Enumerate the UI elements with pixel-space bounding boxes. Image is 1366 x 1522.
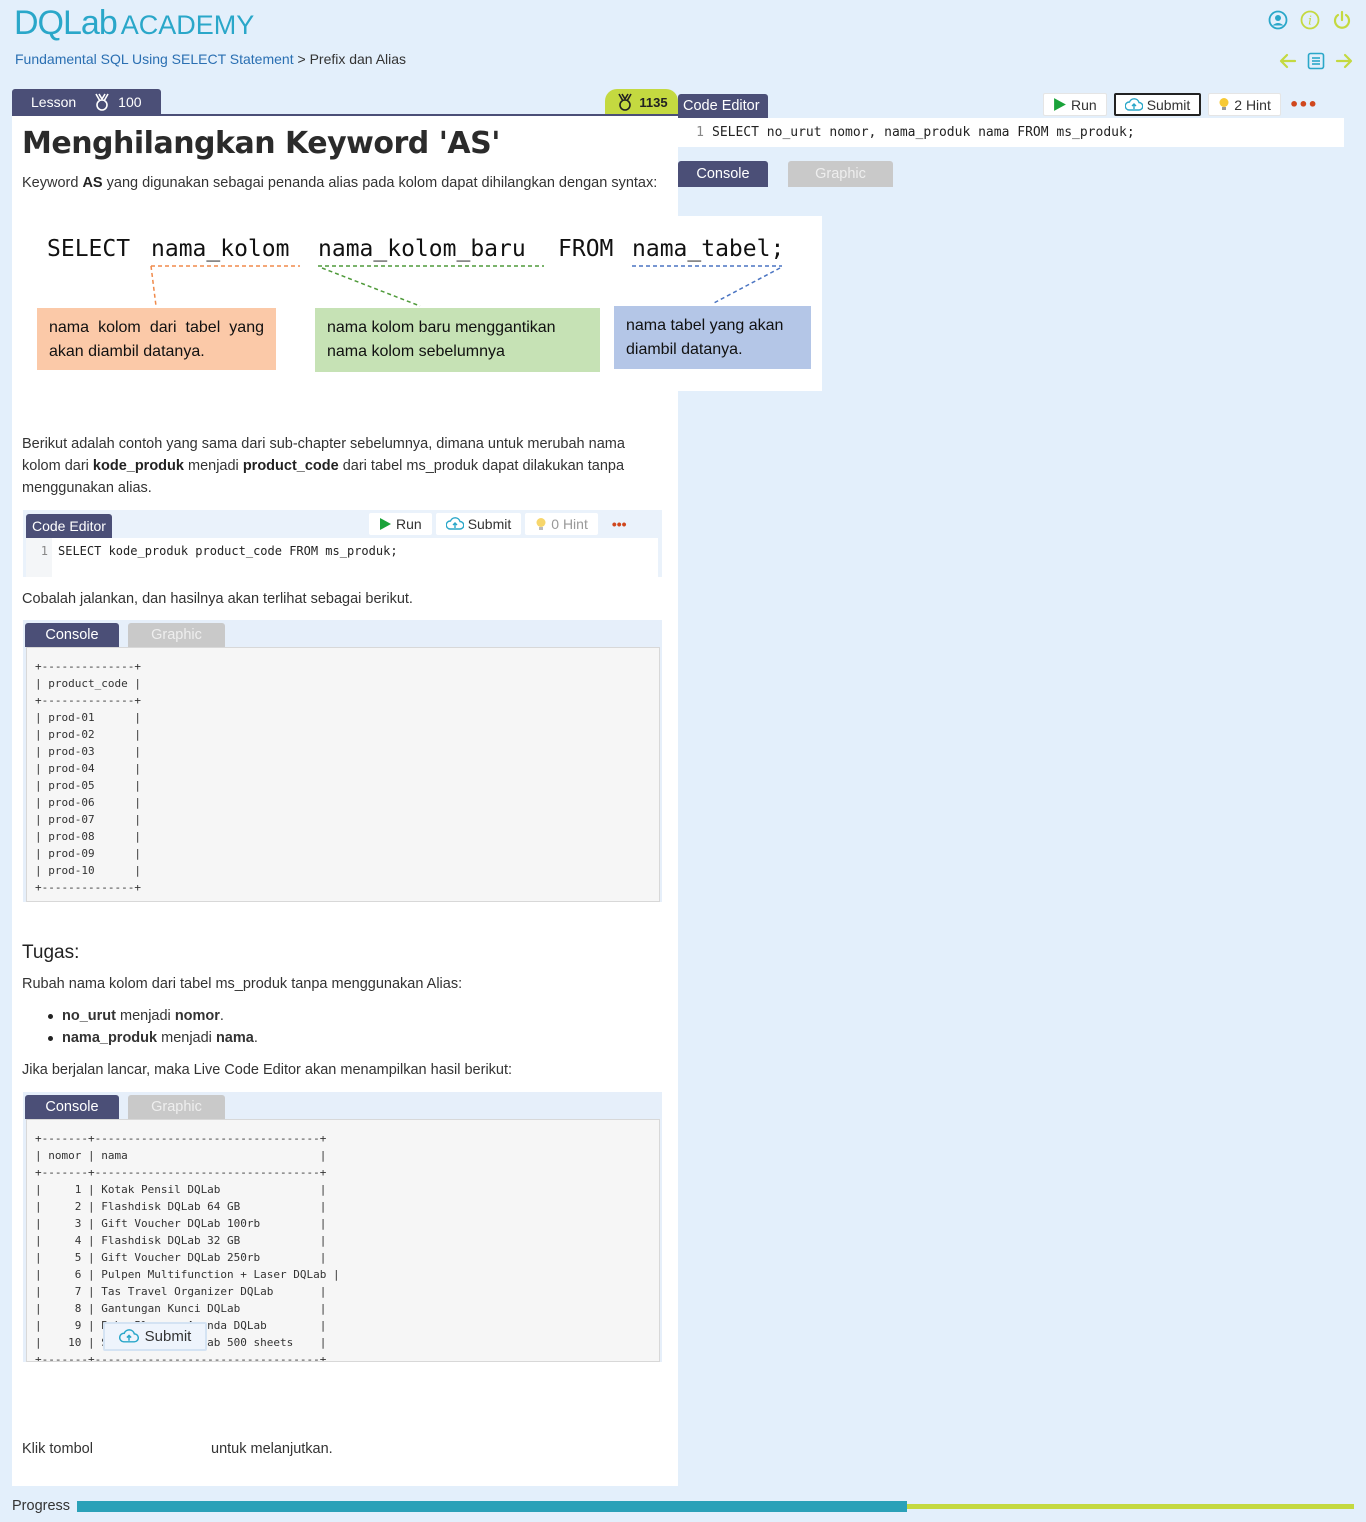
console-tab: Console	[25, 1095, 119, 1119]
power-icon[interactable]	[1332, 10, 1352, 30]
task-item-bold: nama_produk	[62, 1030, 158, 1046]
bulb-icon	[1219, 98, 1229, 110]
example-submit-button: Submit	[435, 513, 522, 535]
intro-paragraph: Keyword AS yang digunakan sebagai penand…	[22, 172, 662, 194]
nav-icons	[1278, 51, 1354, 71]
info-icon[interactable]: i	[1300, 10, 1320, 30]
task-intro: Rubah nama kolom dari tabel ms_produk ta…	[22, 976, 463, 992]
example-hint-label: 0 Hint	[551, 516, 588, 532]
example-code-editor: Code Editor Run Submit 0 Hint ••• 1 SELE…	[23, 510, 662, 577]
graphic-tab: Graphic	[128, 1095, 225, 1119]
intro-text-post: yang digunakan sebagai penanda alias pad…	[102, 175, 658, 191]
upload-icon	[1124, 97, 1143, 111]
task-item-text: menjadi	[115, 1008, 175, 1024]
list-icon[interactable]	[1306, 51, 1326, 71]
example-bold-1: kode_produk	[92, 458, 184, 474]
play-icon	[380, 518, 391, 530]
task-item-bold: nomor	[174, 1008, 220, 1024]
task-title: Tugas:	[22, 942, 80, 963]
diagram-box-new-column: nama kolom baru menggantikan nama kolom …	[315, 308, 600, 372]
breadcrumb-current: Prefix dan Alias	[309, 51, 407, 67]
bulb-icon	[536, 517, 546, 530]
upload-icon	[118, 1329, 139, 1343]
line-number: 1	[678, 118, 708, 147]
example-code-line: SELECT kode_produk product_code FROM ms_…	[58, 544, 398, 558]
task-item-bold: no_urut	[62, 1008, 116, 1024]
example-hint-button: 0 Hint	[525, 513, 598, 535]
inline-submit-illustration: Submit	[103, 1322, 207, 1351]
inline-submit-label: Submit	[144, 1328, 192, 1345]
example-submit-label: Submit	[467, 516, 512, 532]
more-icon: •••	[611, 516, 627, 532]
graphic-tab: Graphic	[128, 623, 225, 647]
console-output: +--------------+ | product_code | +-----…	[35, 660, 141, 894]
try-paragraph: Cobalah jalankan, dan hasilnya akan terl…	[22, 591, 413, 607]
logo-dqlab: DQLab	[14, 4, 118, 42]
arrow-left-icon[interactable]	[1278, 51, 1298, 71]
example-editor-buttons: Run Submit 0 Hint •••	[369, 513, 637, 535]
code-line[interactable]: SELECT no_urut nomor, nama_produk nama F…	[712, 125, 1135, 140]
lesson-tab-label: Lesson	[31, 94, 77, 110]
lesson-tab[interactable]: Lesson 100	[12, 89, 161, 115]
dqlab-logo[interactable]: DQLab ACADEMY	[14, 4, 254, 40]
task-item-text: menjadi	[157, 1030, 216, 1046]
list-item: nama_produk menjadi nama.	[22, 1027, 258, 1049]
breadcrumb: Fundamental SQL Using SELECT Statement >…	[15, 51, 406, 67]
code-editor-tab[interactable]: Code Editor	[678, 94, 768, 118]
medal-icon	[95, 93, 109, 111]
hint-label: 2 Hint	[1234, 96, 1271, 113]
medal-icon	[618, 93, 633, 111]
breadcrumb-separator: >	[293, 51, 310, 67]
more-icon[interactable]: •••	[1288, 93, 1318, 116]
submit-label: Submit	[1146, 96, 1191, 113]
syntax-diagram: SELECT nama_kolom nama_kolom_baru FROM n…	[22, 216, 822, 391]
user-icon[interactable]	[1268, 10, 1288, 30]
final-paragraph-post: untuk melanjutkan.	[211, 1441, 333, 1457]
graphic-tab[interactable]: Graphic	[788, 161, 893, 187]
run-button[interactable]: Run	[1043, 93, 1107, 116]
progress-label: Progress	[12, 1498, 71, 1514]
console-tab: Console	[25, 623, 119, 647]
hint-button[interactable]: 2 Hint	[1208, 93, 1281, 116]
progress-bar	[77, 1501, 1354, 1512]
lesson-title: Menghilangkan Keyword 'AS'	[22, 126, 500, 161]
intro-text-pre: Keyword	[22, 175, 83, 191]
console-tab[interactable]: Console	[678, 161, 768, 187]
result-paragraph: Jika berjalan lancar, maka Live Code Edi…	[22, 1062, 513, 1078]
diagram-box-table: nama tabel yang akan diambil datanya.	[614, 306, 811, 369]
svg-text:i: i	[1308, 14, 1312, 28]
arrow-right-icon[interactable]	[1334, 51, 1354, 71]
code-editor-input[interactable]: 1 SELECT no_urut nomor, nama_produk nama…	[678, 118, 1344, 147]
list-item: no_urut menjadi nomor.	[22, 1005, 258, 1027]
example-bold-2: product_code	[242, 458, 339, 474]
logo-academy: ACADEMY	[120, 10, 255, 40]
task-list: no_urut menjadi nomor. nama_produk menja…	[22, 1005, 258, 1049]
intro-keyword: AS	[82, 175, 103, 191]
example-run-label: Run	[396, 516, 422, 532]
score-value: 1135	[639, 94, 668, 110]
task-item-bold: nama	[215, 1030, 254, 1046]
breadcrumb-course[interactable]: Fundamental SQL Using SELECT Statement	[15, 51, 294, 67]
console-body: +--------------+ | product_code | +-----…	[26, 647, 660, 902]
play-icon	[1054, 98, 1066, 111]
progress-fill	[77, 1501, 907, 1512]
example-run-button: Run	[369, 513, 432, 535]
submit-button[interactable]: Submit	[1113, 93, 1202, 116]
task-item-text: .	[253, 1030, 258, 1046]
editor-toolbar: Run Submit 2 Hint •••	[1043, 93, 1318, 116]
example-code-area: 1 SELECT kode_produk product_code FROM m…	[26, 538, 658, 577]
example-text-2: menjadi	[183, 458, 243, 474]
progress-remaining	[907, 1504, 1354, 1509]
example-console: Console Graphic +--------------+ | produ…	[23, 620, 662, 902]
score-badge: 1135	[605, 89, 678, 115]
example-editor-tab: Code Editor	[26, 514, 112, 538]
task-item-text: .	[219, 1008, 224, 1024]
diagram-box-column: nama kolom dari tabel yang akan diambil …	[37, 308, 276, 370]
upload-icon	[445, 517, 464, 530]
run-label: Run	[1071, 96, 1097, 113]
example-paragraph: Berikut adalah contoh yang sama dari sub…	[22, 433, 662, 499]
line-number: 1	[26, 538, 52, 577]
top-icons: i	[1268, 10, 1352, 30]
lesson-tab-points: 100	[118, 94, 142, 110]
